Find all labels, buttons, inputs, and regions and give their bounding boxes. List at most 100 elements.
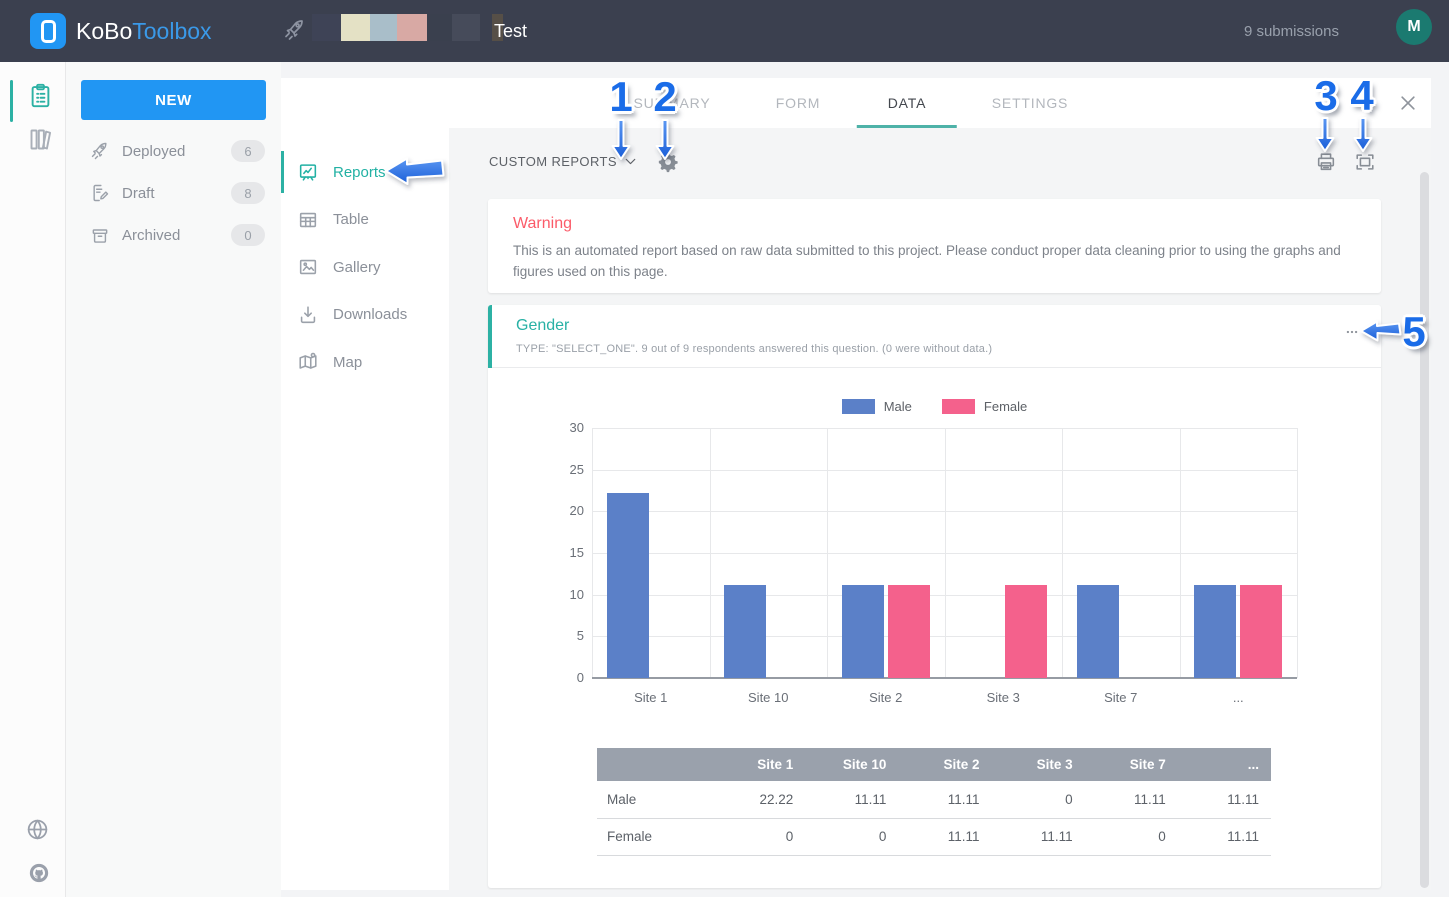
redacted-block <box>480 14 492 41</box>
report-content: CUSTOM REPORTS Warning This is an automa… <box>449 128 1431 890</box>
tab-summary[interactable]: SUMMARY <box>634 78 711 128</box>
v-gridline <box>1062 428 1063 678</box>
projects-clipboard-icon[interactable] <box>27 82 54 109</box>
count-badge: 6 <box>231 140 265 162</box>
expand-icon[interactable] <box>1354 151 1376 173</box>
x-tick-label: Site 7 <box>1104 690 1137 705</box>
rocket-icon <box>90 141 110 161</box>
v-gridline <box>1297 428 1298 678</box>
brand-kobo: KoBo <box>76 18 132 45</box>
table-header-row: Site 1Site 10Site 2Site 3Site 7... <box>597 748 1271 781</box>
cell-value: 11.11 <box>898 781 991 818</box>
more-options-icon[interactable] <box>1343 325 1361 339</box>
nav-item-label: Downloads <box>333 306 407 323</box>
brand-wordmark: KoBoToolbox <box>76 0 212 62</box>
redacted-block <box>397 14 427 41</box>
y-tick-label: 0 <box>540 670 584 685</box>
warning-text: This is an automated report based on raw… <box>513 241 1356 283</box>
top-bar: KoBoToolbox Test 9 submissions M <box>0 0 1449 62</box>
v-gridline <box>592 428 593 678</box>
accent-bar <box>488 305 492 368</box>
user-avatar[interactable]: M <box>1396 9 1432 45</box>
v-gridline <box>945 428 946 678</box>
x-tick-label: Site 2 <box>869 690 902 705</box>
app-root: KoBoToolbox Test 9 submissions M NEW Dep… <box>0 0 1449 897</box>
tab-form[interactable]: FORM <box>776 78 820 128</box>
bar-male-site10 <box>724 585 766 678</box>
redacted-project-name <box>312 14 503 41</box>
question-report-card: Gender TYPE: "SELECT_ONE". 9 out of 9 re… <box>488 305 1381 888</box>
data-view-sidebar: Reports Table Gallery Downloads Map <box>281 128 449 890</box>
table-icon <box>297 209 319 231</box>
warning-title: Warning <box>513 215 1356 233</box>
column-header: Site 10 <box>805 748 898 781</box>
redacted-block <box>370 14 397 41</box>
deployed-rocket-icon <box>283 18 307 42</box>
cell-value: 11.11 <box>1178 818 1271 855</box>
nav-item-reports[interactable]: Reports <box>281 148 449 196</box>
gallery-icon <box>297 256 319 278</box>
report-settings-gear-icon[interactable] <box>657 151 679 173</box>
legend-item-male: Male <box>842 399 912 414</box>
redacted-block <box>452 14 480 41</box>
table-row: Male22.2211.1111.11011.1111.11 <box>597 781 1271 818</box>
redacted-block <box>341 14 370 41</box>
download-icon <box>297 304 319 326</box>
x-axis-line <box>592 677 1297 679</box>
library-icon[interactable] <box>27 126 54 153</box>
tab-settings[interactable]: SETTINGS <box>992 78 1068 128</box>
column-header: Site 7 <box>1085 748 1178 781</box>
results-table: Site 1Site 10Site 2Site 3Site 7...Male22… <box>597 748 1271 856</box>
x-tick-label: Site 3 <box>987 690 1020 705</box>
new-button[interactable]: NEW <box>81 80 266 120</box>
project-title: Test <box>494 0 527 62</box>
left-rail <box>0 62 66 897</box>
nav-item-label: Table <box>333 211 369 228</box>
legend-swatch <box>842 399 875 414</box>
submissions-count: 9 submissions <box>1244 0 1339 62</box>
cell-value: 11.11 <box>805 781 898 818</box>
column-header: Site 2 <box>898 748 991 781</box>
custom-reports-dropdown[interactable]: CUSTOM REPORTS <box>489 151 639 171</box>
github-icon[interactable] <box>28 862 50 884</box>
custom-reports-label: CUSTOM REPORTS <box>489 154 617 169</box>
sidebar-item-draft[interactable]: Draft8 <box>66 172 281 214</box>
y-tick-label: 30 <box>540 420 584 435</box>
sidebar-item-deployed[interactable]: Deployed 6 <box>66 130 281 172</box>
legend-label: Female <box>984 399 1027 414</box>
nav-item-gallery[interactable]: Gallery <box>281 243 449 291</box>
legend-item-female: Female <box>942 399 1027 414</box>
cell-value: 0 <box>992 781 1085 818</box>
column-header: Site 3 <box>992 748 1085 781</box>
kobotoolbox-logo[interactable] <box>30 13 66 49</box>
bar-male-site7 <box>1077 585 1119 678</box>
sidebar-item-label: Draft <box>122 185 155 202</box>
question-header: Gender TYPE: "SELECT_ONE". 9 out of 9 re… <box>488 305 1381 368</box>
nav-item-downloads[interactable]: Downloads <box>281 291 449 339</box>
print-icon[interactable] <box>1315 151 1337 173</box>
nav-item-map[interactable]: Map <box>281 338 449 386</box>
nav-item-table[interactable]: Table <box>281 196 449 244</box>
tab-data[interactable]: DATA <box>888 78 926 128</box>
close-icon[interactable] <box>1398 93 1418 113</box>
sidebar-item-label: Deployed <box>122 143 185 160</box>
legend-label: Male <box>884 399 912 414</box>
logo-icon <box>41 20 56 43</box>
cell-value: 0 <box>805 818 898 855</box>
bar-female-site2 <box>888 585 930 678</box>
projects-sidebar: NEW Deployed 6 Draft8Archived0 <box>66 62 281 897</box>
globe-icon[interactable] <box>25 817 50 842</box>
nav-item-label: Gallery <box>333 259 381 276</box>
sidebar-item-archived[interactable]: Archived0 <box>66 214 281 256</box>
x-tick-label: ... <box>1233 690 1244 705</box>
active-rail-indicator <box>10 80 13 122</box>
project-modal-header: SUMMARY FORM DATA SETTINGS <box>281 78 1431 128</box>
x-tick-label: Site 1 <box>634 690 667 705</box>
scrollbar-thumb[interactable] <box>1420 172 1429 888</box>
report-chart-icon <box>297 161 319 183</box>
redacted-block <box>312 14 341 41</box>
cell-value: 11.11 <box>898 818 991 855</box>
legend-swatch <box>942 399 975 414</box>
cell-value: 11.11 <box>1085 781 1178 818</box>
count-badge: 0 <box>231 224 265 246</box>
